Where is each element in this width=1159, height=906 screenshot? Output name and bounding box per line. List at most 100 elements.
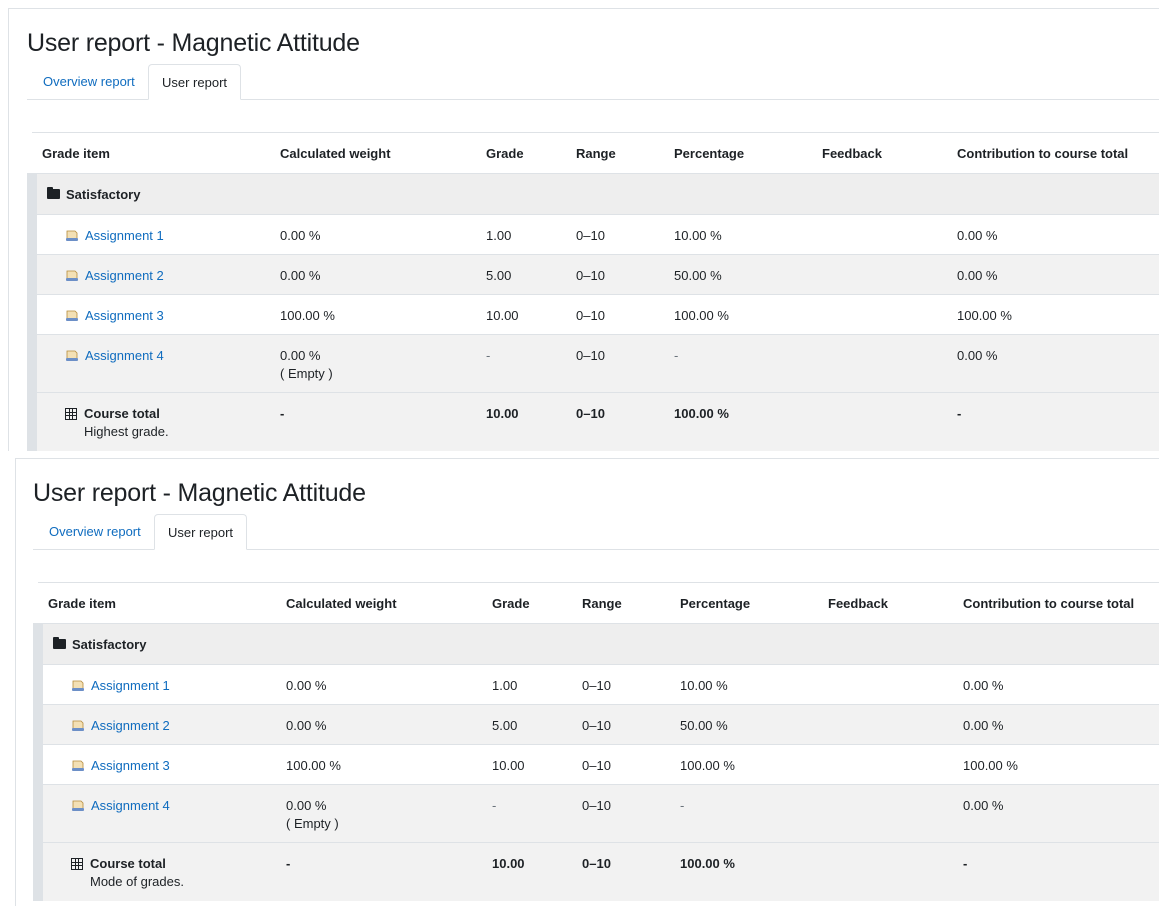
report-tabs: Overview report User report — [33, 514, 1159, 550]
folder-icon — [53, 637, 66, 650]
percentage-cell: - — [670, 784, 818, 843]
percentage-cell: 50.00 % — [664, 254, 812, 295]
contribution-cell: 0.00 % — [947, 334, 1159, 393]
table-row: Assignment 3 100.00 % 10.00 0–10 100.00 … — [33, 744, 1159, 785]
table-row: Assignment 4 0.00 % ( Empty ) - 0–10 - 0.… — [27, 334, 1159, 393]
weight-empty-note: ( Empty ) — [280, 366, 333, 381]
header-range: Range — [566, 132, 664, 174]
header-range: Range — [572, 582, 670, 624]
grade-cell: - — [482, 784, 572, 843]
feedback-cell — [818, 784, 953, 843]
grade-cell: 10.00 — [476, 392, 566, 451]
folder-icon — [47, 187, 60, 200]
page-title: User report - Magnetic Attitude — [33, 479, 366, 507]
feedback-cell — [818, 704, 953, 745]
course-total-label: Course total — [90, 856, 166, 871]
weight-cell: 0.00 % — [276, 664, 482, 705]
header-contribution: Contribution to course total — [947, 132, 1159, 174]
assignment-icon — [66, 310, 78, 322]
contribution-cell: 0.00 % — [947, 254, 1159, 295]
percentage-cell: 100.00 % — [664, 294, 812, 335]
percentage-cell: 100.00 % — [670, 842, 818, 901]
range-cell: 0–10 — [572, 664, 670, 705]
category-row: Satisfactory — [27, 173, 1159, 215]
table-header-row: Grade item Calculated weight Grade Range… — [38, 582, 1159, 624]
range-cell: 0–10 — [572, 704, 670, 745]
grade-table: Grade item Calculated weight Grade Range… — [27, 132, 1159, 451]
assignment-icon — [72, 800, 84, 812]
weight-cell: - — [276, 842, 482, 901]
category-cell: Satisfactory — [33, 623, 1159, 665]
header-contribution: Contribution to course total — [953, 582, 1159, 624]
header-feedback: Feedback — [812, 132, 947, 174]
tab-user-report[interactable]: User report — [154, 514, 247, 550]
feedback-cell — [812, 294, 947, 335]
category-name: Satisfactory — [66, 186, 141, 202]
assignment-icon — [72, 720, 84, 732]
header-percentage: Percentage — [664, 132, 812, 174]
user-report-panel-1: User report - Magnetic Attitude Overview… — [8, 8, 1159, 451]
percentage-cell: 100.00 % — [670, 744, 818, 785]
grade-table: Grade item Calculated weight Grade Range… — [33, 582, 1159, 901]
assignment-link[interactable]: Assignment 4 — [85, 348, 164, 363]
feedback-cell — [818, 744, 953, 785]
grade-cell: 10.00 — [482, 842, 572, 901]
tab-overview-report[interactable]: Overview report — [49, 514, 141, 549]
weight-value: 0.00 % — [280, 348, 321, 363]
percentage-cell: - — [664, 334, 812, 393]
header-calculated-weight: Calculated weight — [270, 132, 476, 174]
contribution-cell: 0.00 % — [953, 664, 1159, 705]
tab-overview-report[interactable]: Overview report — [43, 64, 135, 99]
weight-cell: 100.00 % — [270, 294, 476, 335]
header-grade-item: Grade item — [32, 132, 270, 174]
header-grade-item: Grade item — [38, 582, 276, 624]
range-cell: 0–10 — [566, 214, 664, 255]
header-feedback: Feedback — [818, 582, 953, 624]
assignment-link[interactable]: Assignment 1 — [91, 678, 170, 693]
assignment-link[interactable]: Assignment 1 — [85, 228, 164, 243]
weight-cell: 0.00 % ( Empty ) — [276, 784, 482, 843]
assignment-link[interactable]: Assignment 2 — [85, 268, 164, 283]
table-row: Assignment 2 0.00 % 5.00 0–10 50.00 % 0.… — [27, 254, 1159, 295]
feedback-cell — [818, 664, 953, 705]
assignment-link[interactable]: Assignment 4 — [91, 798, 170, 813]
range-cell: 0–10 — [566, 334, 664, 393]
category-row: Satisfactory — [33, 623, 1159, 665]
contribution-cell: 0.00 % — [947, 214, 1159, 255]
grade-cell: 5.00 — [482, 704, 572, 745]
calculator-icon — [71, 857, 83, 870]
feedback-cell — [812, 334, 947, 393]
course-total-label: Course total — [84, 406, 160, 421]
weight-cell: 100.00 % — [276, 744, 482, 785]
weight-empty-note: ( Empty ) — [286, 816, 339, 831]
weight-cell: 0.00 % — [270, 254, 476, 295]
assignment-icon — [72, 760, 84, 772]
page-title: User report - Magnetic Attitude — [27, 29, 360, 57]
category-name: Satisfactory — [72, 636, 147, 652]
grade-cell: 1.00 — [482, 664, 572, 705]
feedback-cell — [812, 254, 947, 295]
grade-cell: 5.00 — [476, 254, 566, 295]
contribution-cell: 100.00 % — [947, 294, 1159, 335]
contribution-cell: - — [947, 392, 1159, 451]
tab-user-report[interactable]: User report — [148, 64, 241, 100]
range-cell: 0–10 — [566, 294, 664, 335]
assignment-icon — [66, 270, 78, 282]
range-cell: 0–10 — [566, 392, 664, 451]
aggregation-note: Highest grade. — [84, 424, 169, 439]
table-row: Assignment 3 100.00 % 10.00 0–10 100.00 … — [27, 294, 1159, 335]
assignment-link[interactable]: Assignment 3 — [91, 758, 170, 773]
feedback-cell — [818, 842, 953, 901]
aggregation-note: Mode of grades. — [90, 874, 184, 889]
calculator-icon — [65, 407, 77, 420]
range-cell: 0–10 — [566, 254, 664, 295]
percentage-cell: 50.00 % — [670, 704, 818, 745]
weight-cell: 0.00 % ( Empty ) — [270, 334, 476, 393]
range-cell: 0–10 — [572, 744, 670, 785]
header-calculated-weight: Calculated weight — [276, 582, 482, 624]
assignment-icon — [66, 350, 78, 362]
table-header-row: Grade item Calculated weight Grade Range… — [32, 132, 1159, 174]
user-report-panel-2: User report - Magnetic Attitude Overview… — [15, 458, 1159, 906]
assignment-link[interactable]: Assignment 2 — [91, 718, 170, 733]
assignment-link[interactable]: Assignment 3 — [85, 308, 164, 323]
